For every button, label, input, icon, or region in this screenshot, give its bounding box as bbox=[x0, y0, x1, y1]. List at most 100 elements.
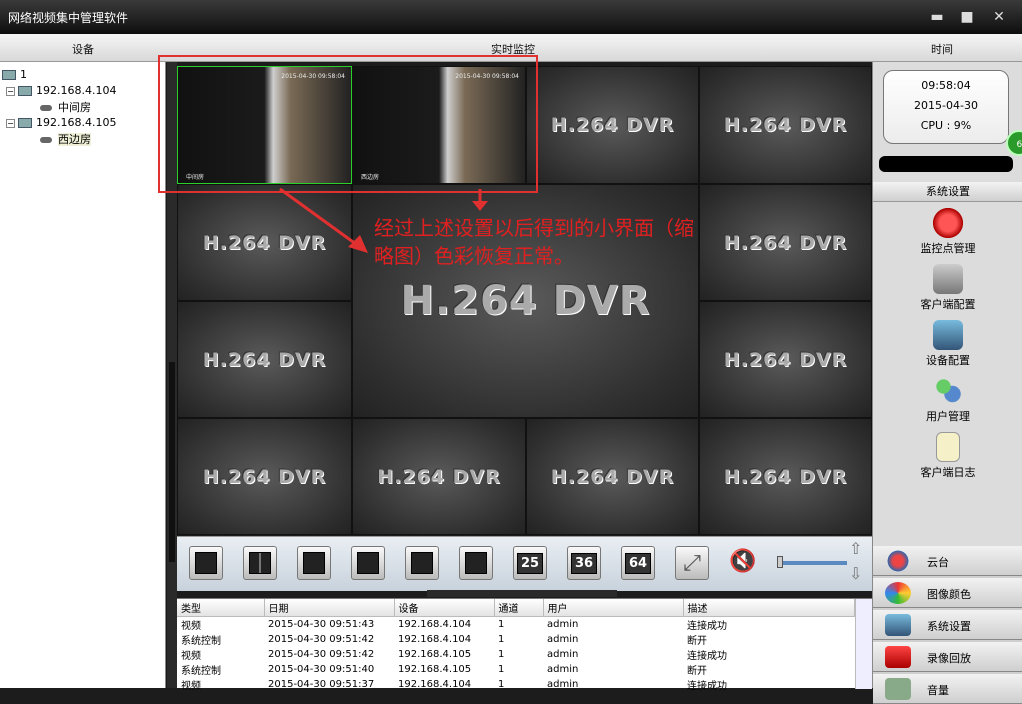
tree-channel-label: 中间房 bbox=[58, 101, 91, 114]
menu-monitor-points[interactable]: 监控点管理 bbox=[873, 206, 1022, 260]
column-header-desc[interactable]: 描述 bbox=[683, 599, 855, 617]
collapse-handle[interactable] bbox=[169, 362, 175, 562]
menu-label: 系统设置 bbox=[927, 620, 971, 633]
arrow-up-icon[interactable]: ⇧ bbox=[849, 539, 862, 558]
status-bar bbox=[879, 156, 1013, 172]
tree-channel-2[interactable]: 西边房 bbox=[40, 131, 91, 147]
table-row[interactable]: 视频 2015-04-30 09:51:42 192.168.4.105 1 admin… bbox=[177, 647, 855, 662]
log-scrollbar[interactable] bbox=[855, 599, 872, 689]
volume-slider-knob[interactable] bbox=[777, 556, 783, 568]
menu-label: 录像回放 bbox=[927, 652, 971, 665]
table-row[interactable]: 视频 2015-04-30 09:51:43 192.168.4.104 1 admin… bbox=[177, 617, 855, 632]
layout-36-button[interactable]: 36 bbox=[567, 546, 601, 580]
cell-desc: 断开 bbox=[687, 666, 707, 677]
fullscreen-icon: ⤢ bbox=[683, 550, 701, 576]
collapse-icon[interactable]: − bbox=[6, 118, 15, 128]
system-settings-header: 系统设置 bbox=[873, 182, 1022, 202]
layout-4-button[interactable] bbox=[243, 546, 277, 580]
menu-playback[interactable]: 录像回放 bbox=[873, 642, 1022, 672]
device-tree-panel: 1 − 192.168.4.104 中间房 − 192.168.4.105 西边房 bbox=[0, 62, 166, 688]
menu-user-management[interactable]: 用户管理 bbox=[873, 374, 1022, 428]
cell-channel: 1 bbox=[498, 649, 505, 660]
cell-desc: 连接成功 bbox=[687, 651, 727, 662]
close-icon[interactable]: ✕ bbox=[990, 9, 1008, 25]
tree-root[interactable]: 1 bbox=[2, 68, 27, 81]
ptz-icon bbox=[885, 550, 911, 572]
cell-type: 视频 bbox=[181, 681, 201, 692]
layout-4-icon bbox=[249, 552, 271, 574]
layout-6-button[interactable] bbox=[297, 546, 331, 580]
column-header-type[interactable]: 类型 bbox=[177, 599, 265, 617]
column-header-user[interactable]: 用户 bbox=[543, 599, 684, 617]
dvr-placeholder: H.264 DVR bbox=[723, 348, 848, 371]
tree-device-2[interactable]: − 192.168.4.105 bbox=[6, 116, 116, 129]
fullscreen-button[interactable]: ⤢ bbox=[675, 546, 709, 580]
column-header-date[interactable]: 日期 bbox=[264, 599, 395, 617]
layout-13-button[interactable] bbox=[405, 546, 439, 580]
dvr-placeholder: H.264 DVR bbox=[723, 465, 848, 488]
menu-ptz[interactable]: 云台 bbox=[873, 546, 1022, 576]
menu-device-config[interactable]: 设备配置 bbox=[873, 318, 1022, 372]
cell-date: 2015-04-30 09:51:43 bbox=[268, 619, 375, 630]
cell-date: 2015-04-30 09:51:42 bbox=[268, 634, 375, 645]
layout-64-label: 64 bbox=[624, 552, 652, 574]
menu-client-log[interactable]: 客户端日志 bbox=[873, 430, 1022, 484]
layout-25-button[interactable]: 25 bbox=[513, 546, 547, 580]
cell-user: admin bbox=[547, 664, 579, 675]
layout-16-button[interactable] bbox=[459, 546, 493, 580]
layout-9-button[interactable] bbox=[351, 546, 385, 580]
video-cell[interactable]: H.264 DVR bbox=[177, 418, 352, 535]
volume-slider[interactable] bbox=[777, 561, 847, 565]
menu-label: 客户端日志 bbox=[920, 466, 976, 479]
channel-count-badge: 64 bbox=[1006, 130, 1022, 156]
layout-64-button[interactable]: 64 bbox=[621, 546, 655, 580]
cell-desc: 连接成功 bbox=[687, 681, 727, 692]
cell-type: 系统控制 bbox=[181, 666, 221, 677]
gear-icon bbox=[933, 264, 963, 294]
tree-channel-1[interactable]: 中间房 bbox=[40, 99, 91, 115]
menu-image-color[interactable]: 图像颜色 bbox=[873, 578, 1022, 608]
log-collapse-handle[interactable] bbox=[427, 590, 617, 597]
cell-device: 192.168.4.104 bbox=[398, 634, 472, 645]
column-header-channel[interactable]: 通道 bbox=[494, 599, 544, 617]
menu-client-config[interactable]: 客户端配置 bbox=[873, 262, 1022, 316]
arrow-down-icon[interactable]: ⇩ bbox=[849, 564, 862, 583]
video-cell[interactable]: H.264 DVR bbox=[699, 66, 872, 184]
menu-label: 监控点管理 bbox=[920, 242, 976, 255]
table-row[interactable]: 系统控制 2015-04-30 09:51:40 192.168.4.105 1 adm… bbox=[177, 662, 855, 677]
tree-device-label: 192.168.4.105 bbox=[36, 116, 117, 129]
table-row[interactable]: 系统控制 2015-04-30 09:51:42 192.168.4.104 1 adm… bbox=[177, 632, 855, 647]
menu-volume[interactable]: 音量 bbox=[873, 674, 1022, 704]
dvr-placeholder: H.264 DVR bbox=[202, 465, 327, 488]
collapse-icon[interactable]: − bbox=[6, 86, 15, 96]
video-cell[interactable]: H.264 DVR bbox=[699, 301, 872, 418]
volume-icon bbox=[885, 678, 911, 700]
mute-icon[interactable]: 🔇 bbox=[729, 549, 756, 574]
video-cell[interactable]: H.264 DVR bbox=[699, 418, 872, 535]
video-cell[interactable]: H.264 DVR bbox=[526, 66, 699, 184]
cell-channel: 1 bbox=[498, 634, 505, 645]
annotation-highlight-box bbox=[158, 55, 538, 193]
layout-16-icon bbox=[465, 552, 487, 574]
video-cell[interactable]: H.264 DVR bbox=[699, 184, 872, 301]
maximize-icon[interactable]: ■ bbox=[958, 9, 976, 25]
table-row[interactable]: 视频 2015-04-30 09:51:37 192.168.4.104 1 admin… bbox=[177, 677, 855, 692]
video-cell[interactable]: H.264 DVR bbox=[352, 418, 526, 535]
event-log-table: 类型 日期 设备 通道 用户 描述 视频 2015-04-30 09:51:43 1… bbox=[177, 599, 855, 692]
dvr-placeholder: H.264 DVR bbox=[550, 114, 675, 136]
layout-36-label: 36 bbox=[570, 552, 598, 574]
menu-system-settings[interactable]: 系统设置 bbox=[873, 610, 1022, 640]
tree-device-1[interactable]: − 192.168.4.104 bbox=[6, 84, 116, 97]
video-cell[interactable]: H.264 DVR bbox=[177, 301, 352, 418]
cell-user: admin bbox=[547, 649, 579, 660]
cell-user: admin bbox=[547, 634, 579, 645]
column-header-device[interactable]: 设备 bbox=[394, 599, 495, 617]
menu-label: 用户管理 bbox=[926, 410, 970, 423]
layout-1-button[interactable] bbox=[189, 546, 223, 580]
right-panel: 09:58:04 2015-04-30 CPU : 9% 64 系统设置 监控点… bbox=[872, 62, 1022, 704]
cell-user: admin bbox=[547, 619, 579, 630]
video-cell[interactable]: H.264 DVR bbox=[526, 418, 699, 535]
dvr-icon bbox=[18, 86, 32, 96]
dvr-placeholder: H.264 DVR bbox=[550, 465, 675, 488]
minimize-icon[interactable]: ▬ bbox=[928, 9, 946, 25]
